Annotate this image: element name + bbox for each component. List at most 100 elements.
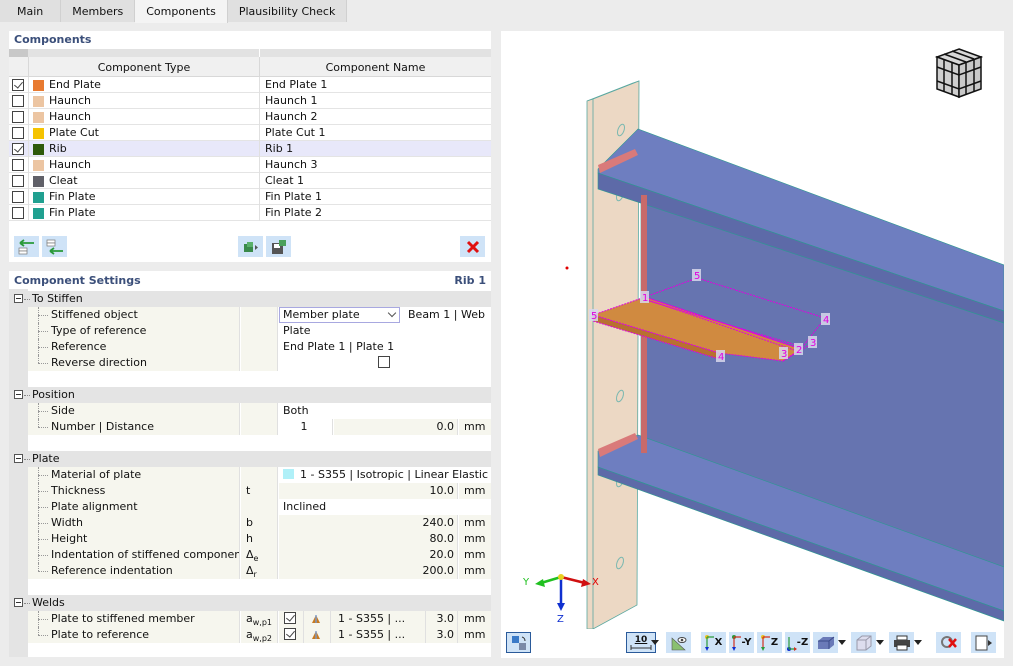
visibility-button[interactable] xyxy=(666,632,691,653)
scale-dropdown[interactable] xyxy=(649,632,661,653)
transparency-button[interactable] xyxy=(851,632,876,653)
reference-value[interactable]: End Plate 1 | Plate 1 xyxy=(279,339,394,355)
panel-toggle-button[interactable] xyxy=(971,632,996,653)
weld2-value[interactable]: 3.0 xyxy=(427,627,458,643)
thickness-value[interactable]: 10.0 xyxy=(279,483,458,499)
svg-text:4: 4 xyxy=(823,315,829,326)
tab-main[interactable]: Main xyxy=(0,0,62,22)
import-component-button[interactable] xyxy=(238,236,263,257)
component-name: Haunch 2 xyxy=(259,109,491,125)
3d-viewport[interactable]: 12334455 X Y Z 10 X -Y Z -Z xyxy=(501,31,1004,658)
row-checkbox[interactable] xyxy=(12,95,24,107)
component-row[interactable]: Fin Plate Fin Plate 2 xyxy=(9,205,491,221)
stiffened-object-select[interactable]: Member plate xyxy=(279,307,400,323)
axis-y-label: Y xyxy=(522,577,530,588)
search-clear-icon xyxy=(940,635,957,648)
row-thickness: Thickness t 10.0 mm xyxy=(28,483,491,499)
print-button[interactable] xyxy=(889,632,914,653)
column-header-name[interactable]: Component Name xyxy=(259,57,491,77)
view-minus-z-button[interactable]: -Z xyxy=(785,632,810,653)
weld1-material[interactable]: 1 - S355 | ... xyxy=(334,611,426,627)
reference-indentation-value[interactable]: 200.0 xyxy=(279,563,458,579)
axis-arrows-icon xyxy=(731,634,741,651)
component-row[interactable]: Haunch Haunch 3 xyxy=(9,157,491,173)
tab-plausibility-check[interactable]: Plausibility Check xyxy=(227,0,348,22)
view-x-button[interactable]: X xyxy=(701,632,726,653)
component-color-swatch xyxy=(33,112,44,123)
component-row[interactable]: Rib Rib 1 xyxy=(9,141,491,157)
tab-components[interactable]: Components xyxy=(135,0,228,23)
model-render: 1 23 3 4 4 5 5 X Y Z xyxy=(522,80,1004,629)
row-checkbox[interactable] xyxy=(12,127,24,139)
weld-type-icon[interactable] xyxy=(311,630,321,640)
row-checkbox[interactable] xyxy=(12,159,24,171)
component-row[interactable]: Cleat Cleat 1 xyxy=(9,173,491,189)
row-reference: Reference End Plate 1 | Plate 1 xyxy=(28,339,491,355)
component-name: Fin Plate 1 xyxy=(259,189,491,205)
component-color-swatch xyxy=(33,176,44,187)
axis-arrows-icon xyxy=(786,636,797,651)
weld2-checkbox[interactable] xyxy=(284,628,296,640)
insert-after-button[interactable] xyxy=(42,236,67,257)
save-component-button[interactable] xyxy=(266,236,291,257)
view-cube[interactable] xyxy=(929,43,989,103)
components-title: Components xyxy=(14,33,92,46)
collapse-icon[interactable] xyxy=(14,294,23,303)
number-value[interactable]: 1 xyxy=(279,419,333,435)
component-type: Haunch xyxy=(49,158,91,171)
component-row[interactable]: Haunch Haunch 2 xyxy=(9,109,491,125)
component-row[interactable]: End Plate End Plate 1 xyxy=(9,77,491,93)
node-label: 1 xyxy=(640,291,649,304)
reverse-direction-checkbox[interactable] xyxy=(378,356,390,368)
component-type: Plate Cut xyxy=(49,126,99,139)
delete-button[interactable] xyxy=(460,236,485,257)
group-position[interactable]: Position xyxy=(9,387,491,403)
collapse-icon[interactable] xyxy=(14,390,23,399)
row-checkbox[interactable] xyxy=(12,191,24,203)
component-name: Haunch 3 xyxy=(259,157,491,173)
weld-type-icon[interactable] xyxy=(311,614,321,624)
row-checkbox[interactable] xyxy=(12,111,24,123)
row-checkbox[interactable] xyxy=(12,143,24,155)
component-row[interactable]: Plate Cut Plate Cut 1 xyxy=(9,125,491,141)
weld1-checkbox[interactable] xyxy=(284,612,296,624)
group-to-stiffen[interactable]: To Stiffen xyxy=(9,291,491,307)
beam-shape[interactable] xyxy=(597,128,1004,622)
row-checkbox[interactable] xyxy=(12,207,24,219)
side-value[interactable]: Both xyxy=(279,403,309,419)
component-color-swatch xyxy=(33,96,44,107)
type-of-reference-value[interactable]: Plate xyxy=(279,323,311,339)
view-z-button[interactable]: Z xyxy=(757,632,782,653)
group-plate[interactable]: Plate xyxy=(9,451,491,467)
row-checkbox[interactable] xyxy=(12,175,24,187)
view-minus-y-button[interactable]: -Y xyxy=(729,632,754,653)
render-mode-button[interactable] xyxy=(813,632,838,653)
distance-value[interactable]: 0.0 xyxy=(334,419,458,435)
render-mode-dropdown[interactable] xyxy=(836,632,848,653)
group-welds[interactable]: Welds xyxy=(9,595,491,611)
view-sync-button[interactable] xyxy=(506,632,531,653)
solid-block-icon xyxy=(817,636,834,649)
component-row[interactable]: Fin Plate Fin Plate 1 xyxy=(9,189,491,205)
plate-alignment-value[interactable]: Inclined xyxy=(279,499,326,515)
scale-label: 10 xyxy=(634,635,648,645)
row-width: Width b 240.0 mm xyxy=(28,515,491,531)
row-checkbox[interactable] xyxy=(12,79,24,91)
collapse-icon[interactable] xyxy=(14,454,23,463)
height-value[interactable]: 80.0 xyxy=(279,531,458,547)
collapse-icon[interactable] xyxy=(14,598,23,607)
tab-members[interactable]: Members xyxy=(61,0,136,22)
row-weld-plate-to-stiffened: Plate to stiffened member aw,p1 1 - S355… xyxy=(28,611,491,627)
component-type: Haunch xyxy=(49,110,91,123)
column-header-type[interactable]: Component Type xyxy=(28,57,259,77)
width-value[interactable]: 240.0 xyxy=(279,515,458,531)
transparency-dropdown[interactable] xyxy=(874,632,886,653)
clear-selection-button[interactable] xyxy=(936,632,961,653)
weld2-material[interactable]: 1 - S355 | ... xyxy=(334,627,426,643)
indentation-stiffened-value[interactable]: 20.0 xyxy=(279,547,458,563)
material-value[interactable]: 1 - S355 | Isotropic | Linear Elastic xyxy=(279,467,488,483)
component-row[interactable]: Haunch Haunch 1 xyxy=(9,93,491,109)
insert-before-button[interactable] xyxy=(14,236,39,257)
weld1-value[interactable]: 3.0 xyxy=(427,611,458,627)
print-dropdown[interactable] xyxy=(912,632,924,653)
